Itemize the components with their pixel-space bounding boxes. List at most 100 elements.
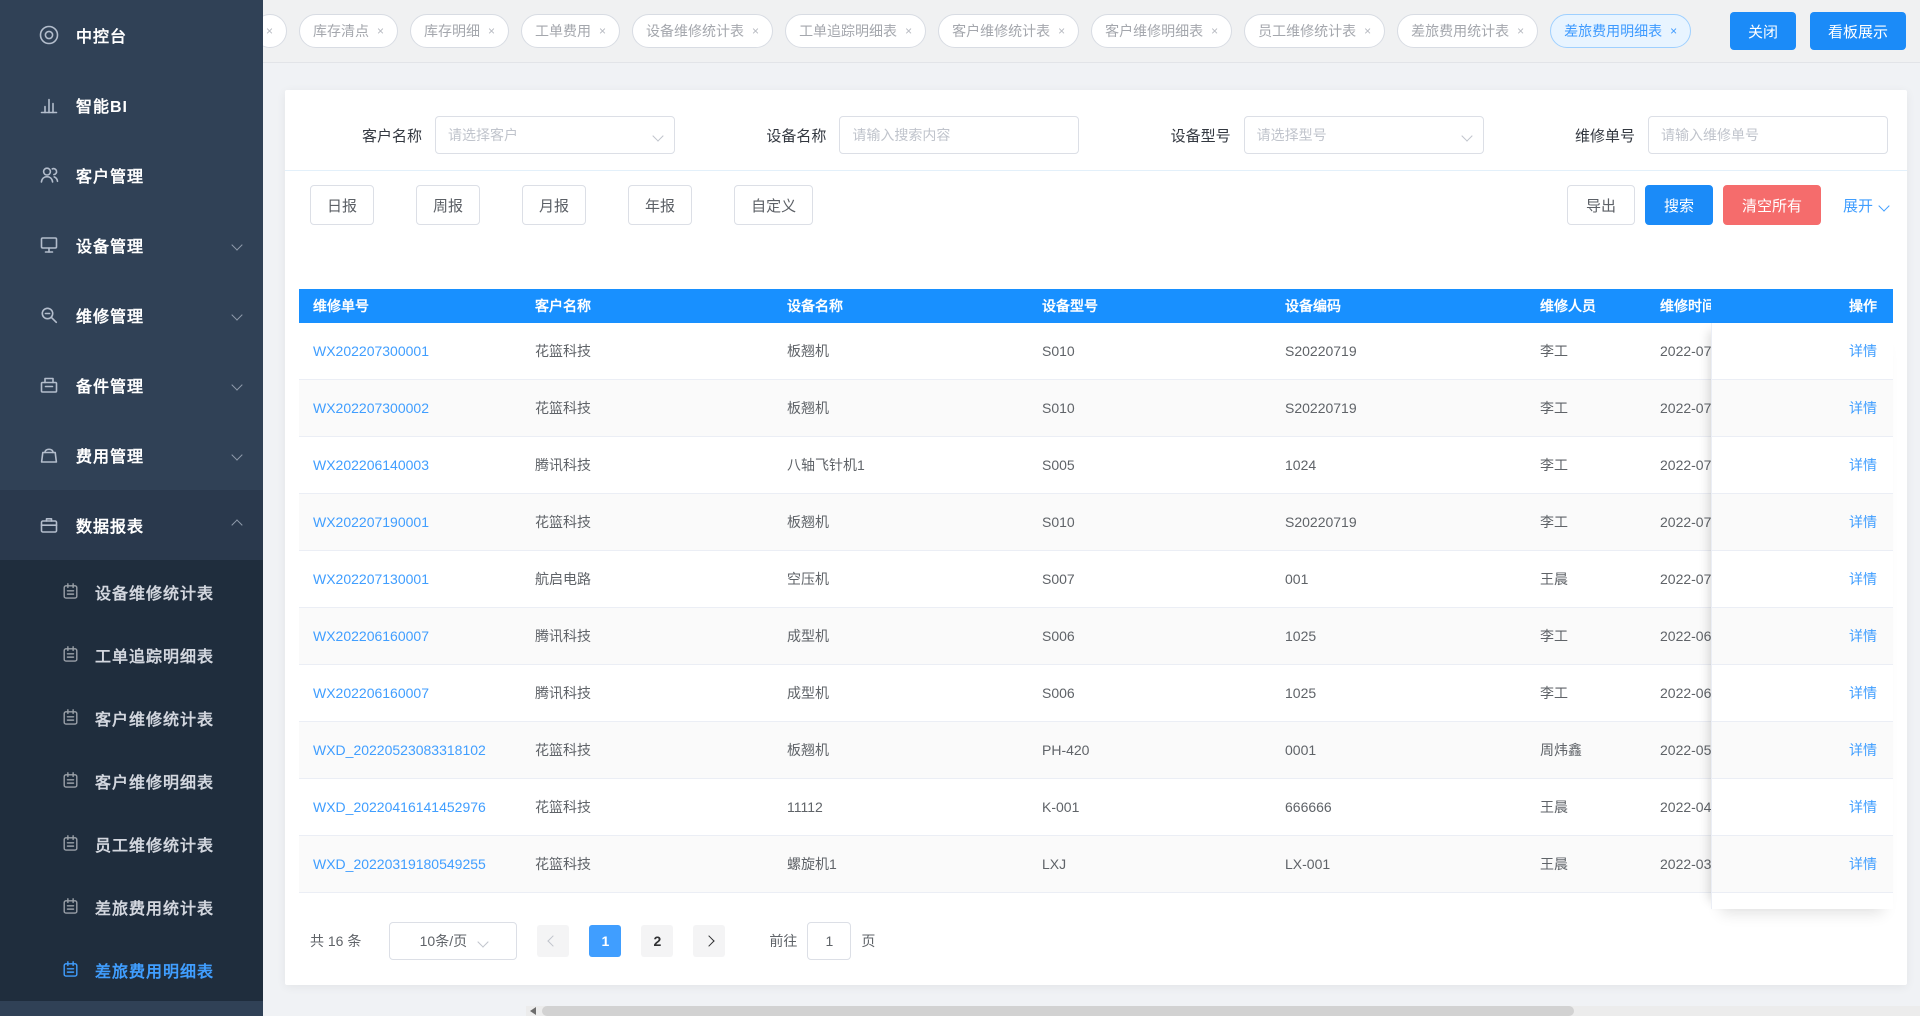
detail-link[interactable]: 详情 xyxy=(1849,512,1877,532)
sidebar-subitem[interactable]: 工单追踪明细表 xyxy=(0,623,263,686)
tab-close-icon[interactable]: × xyxy=(1670,24,1677,38)
table-cell: 板翘机 xyxy=(787,400,829,416)
sidebar-item[interactable]: 费用管理 xyxy=(0,420,263,490)
clear-all-button[interactable]: 清空所有 xyxy=(1722,185,1821,225)
close-button[interactable]: 关闭 xyxy=(1729,12,1796,50)
sidebar-item[interactable]: 智能BI xyxy=(0,70,263,140)
sidebar-item[interactable]: 中控台 xyxy=(0,0,263,70)
tab-chip-label: 客户维修明细表 xyxy=(1105,23,1204,39)
actions-cell: 详情 xyxy=(1712,836,1893,893)
tab-chip[interactable]: 差旅费用明细表 × xyxy=(1550,14,1692,48)
sidebar-subitem[interactable]: 客户维修明细表 xyxy=(0,749,263,812)
filter-field: 设备型号 请选择型号 xyxy=(1171,116,1484,154)
tab-close-icon[interactable]: × xyxy=(599,24,606,38)
period-button[interactable]: 月报 xyxy=(522,185,587,225)
sidebar-item[interactable]: 数据报表 xyxy=(0,490,263,560)
tab-close-icon[interactable]: × xyxy=(1211,24,1218,38)
prev-page-button[interactable] xyxy=(537,925,570,957)
next-page-button[interactable] xyxy=(693,925,726,957)
export-button[interactable]: 导出 xyxy=(1566,185,1635,225)
tab-close-icon[interactable]: × xyxy=(266,24,273,38)
detail-link[interactable]: 详情 xyxy=(1849,569,1877,589)
period-button[interactable]: 年报 xyxy=(628,185,693,225)
detail-link[interactable]: 详情 xyxy=(1849,341,1877,361)
detail-link[interactable]: 详情 xyxy=(1849,740,1877,760)
toolbar-actions: 导出 搜索 清空所有 展开 xyxy=(1566,185,1890,225)
sidebar-item[interactable]: 备件管理 xyxy=(0,350,263,420)
table-cell: 航启电路 xyxy=(535,571,591,587)
expand-toggle[interactable]: 展开 xyxy=(1843,195,1890,216)
filter-select[interactable]: 请选择型号 xyxy=(1243,116,1484,154)
scrollbar-thumb[interactable] xyxy=(542,1006,1574,1016)
filter-input[interactable]: 请输入维修单号 xyxy=(1648,116,1888,154)
tab-chip[interactable]: 库存清点 × xyxy=(299,14,399,48)
tab-close-icon[interactable]: × xyxy=(488,24,495,38)
tab-chip-label: 库存明细 xyxy=(424,23,481,39)
tab-chip[interactable]: 客户维修明细表 × xyxy=(1091,14,1233,48)
table-cell: S20220719 xyxy=(1285,400,1357,416)
detail-link[interactable]: 详情 xyxy=(1849,797,1877,817)
table-cell: 王晨 xyxy=(1540,799,1568,815)
table-row: WX202206140003 腾讯科技 八轴飞针机1 S005 1024 李工 2022-0… xyxy=(299,437,1893,494)
sidebar-item[interactable]: 客户管理 xyxy=(0,140,263,210)
sidebar-subitem[interactable]: 员工维修统计表 xyxy=(0,812,263,875)
sidebar-item[interactable]: 设备管理 xyxy=(0,210,263,280)
order-number-link[interactable]: WX202206160007 xyxy=(299,628,521,644)
order-number-link[interactable]: WXD_20220319180549255 xyxy=(299,856,521,872)
filter-select[interactable]: 请选择客户 xyxy=(435,116,676,154)
placeholder-text: 请输入搜索内容 xyxy=(852,127,951,143)
tab-chip[interactable]: 库存明细 × xyxy=(410,14,510,48)
console-icon xyxy=(37,23,61,47)
horizontal-scrollbar[interactable] xyxy=(526,1006,1920,1016)
period-button[interactable]: 日报 xyxy=(310,185,375,225)
detail-link[interactable]: 详情 xyxy=(1849,455,1877,475)
tab-chip[interactable]: 工单追踪明细表 × xyxy=(785,14,927,48)
board-display-button[interactable]: 看板展示 xyxy=(1809,12,1906,50)
order-number-link[interactable]: WX202207300001 xyxy=(299,343,521,359)
table-cell: PH-420 xyxy=(1042,742,1090,758)
detail-link[interactable]: 详情 xyxy=(1849,626,1877,646)
period-button[interactable]: 周报 xyxy=(416,185,481,225)
tab-chip[interactable]: 设备维修统计表 × xyxy=(632,14,774,48)
page-size-select[interactable]: 10条/页 xyxy=(389,922,518,960)
sidebar-subitem[interactable]: 设备维修统计表 xyxy=(0,560,263,623)
order-number-link[interactable]: WX202207300002 xyxy=(299,400,521,416)
filter-input[interactable]: 请输入搜索内容 xyxy=(839,116,1080,154)
tab-close-icon[interactable]: × xyxy=(1364,24,1371,38)
tab-chip[interactable]: 客户维修统计表 × xyxy=(938,14,1080,48)
period-button[interactable]: 自定义 xyxy=(734,185,814,225)
sidebar-subitem[interactable]: 差旅费用统计表 xyxy=(0,875,263,938)
sidebar-item[interactable]: 维修管理 xyxy=(0,280,263,350)
tab-close-icon[interactable]: × xyxy=(1517,24,1524,38)
tab-close-icon[interactable]: × xyxy=(905,24,912,38)
filter-field: 客户名称 请选择客户 xyxy=(362,116,676,154)
detail-link[interactable]: 详情 xyxy=(1849,854,1877,874)
customers-icon xyxy=(37,163,61,187)
scroll-left-arrow-icon[interactable] xyxy=(530,1007,536,1015)
order-number-link[interactable]: WX202207190001 xyxy=(299,514,521,530)
tab-chip[interactable]: 差旅费用统计表 × xyxy=(1397,14,1539,48)
sidebar-subitem[interactable]: 客户维修统计表 xyxy=(0,686,263,749)
goto-page-input[interactable] xyxy=(807,922,852,960)
order-number-link[interactable]: WX202206160007 xyxy=(299,685,521,701)
order-number-link[interactable]: WX202206140003 xyxy=(299,457,521,473)
page-number-button[interactable]: 2 xyxy=(641,925,674,957)
sidebar-item-label: 客户管理 xyxy=(76,169,145,186)
detail-link[interactable]: 详情 xyxy=(1849,398,1877,418)
tab-close-icon[interactable]: × xyxy=(377,24,384,38)
tab-chip[interactable]: × xyxy=(263,14,287,48)
detail-link[interactable]: 详情 xyxy=(1849,683,1877,703)
order-number-link[interactable]: WXD_20220523083318102 xyxy=(299,742,521,758)
repair-icon xyxy=(37,303,61,327)
tab-chip[interactable]: 工单费用 × xyxy=(521,14,621,48)
page-number-button[interactable]: 1 xyxy=(589,925,622,957)
tab-close-icon[interactable]: × xyxy=(1058,24,1065,38)
filter-field: 维修单号 请输入维修单号 xyxy=(1575,116,1888,154)
report-sheet-icon xyxy=(60,581,81,602)
order-number-link[interactable]: WX202207130001 xyxy=(299,571,521,587)
order-number-link[interactable]: WXD_20220416141452976 xyxy=(299,799,521,815)
search-button[interactable]: 搜索 xyxy=(1644,185,1713,225)
tab-chip[interactable]: 员工维修统计表 × xyxy=(1244,14,1386,48)
tab-close-icon[interactable]: × xyxy=(752,24,759,38)
sidebar-subitem[interactable]: 差旅费用明细表 xyxy=(0,938,263,1001)
